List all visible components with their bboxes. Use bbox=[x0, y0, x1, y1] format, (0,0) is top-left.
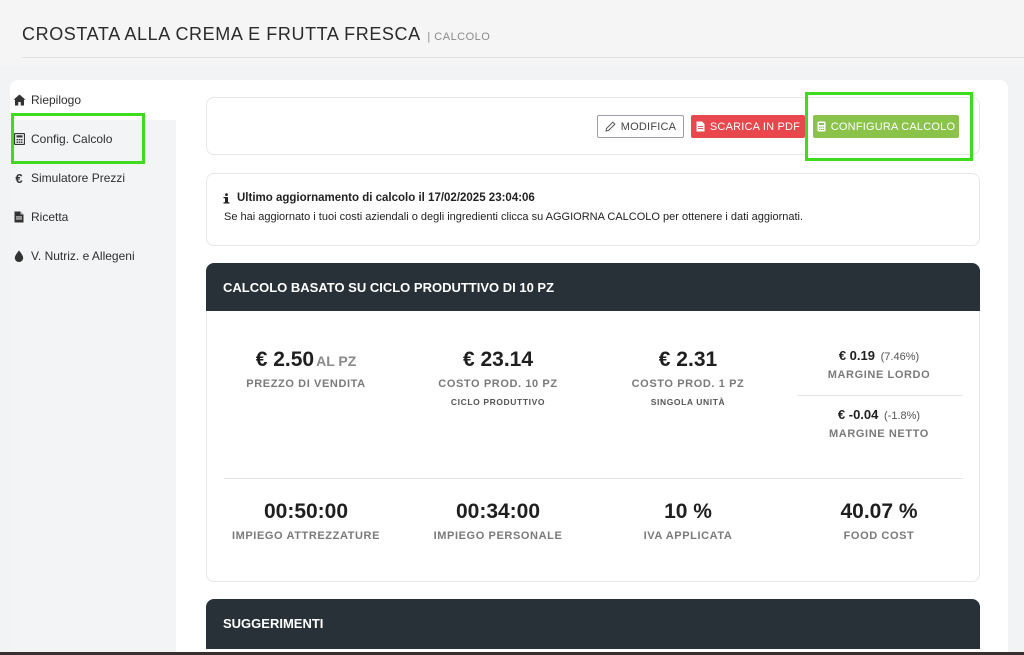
info-icon bbox=[222, 192, 231, 204]
update-info-panel bbox=[206, 173, 980, 246]
calc-section-header: CALCOLO BASATO SU CICLO PRODUTTIVO DI 10… bbox=[206, 263, 980, 311]
net-margin-amount: € -0.04 bbox=[837, 407, 879, 422]
page-subtitle: | CALCOLO bbox=[427, 31, 491, 43]
selling-price-label: PREZZO DI VENDITA bbox=[246, 378, 366, 390]
gross-margin-percent: (7.46%) bbox=[880, 351, 920, 363]
header-divider bbox=[22, 57, 1024, 58]
modify-button-label: MODIFICA bbox=[620, 120, 677, 133]
modify-button[interactable]: MODIFICA bbox=[597, 115, 684, 138]
selling-price-amount: € 2.50 bbox=[255, 348, 315, 371]
sidebar-item-simulatore-prezzi[interactable]: € Simulatore Prezzi bbox=[12, 168, 125, 188]
food-cost-label: FOOD COST bbox=[843, 530, 915, 542]
production-cost-cycle-value: € 23.14 bbox=[462, 348, 534, 371]
sidebar bbox=[10, 80, 176, 655]
equipment-time-value: 00:50:00 bbox=[263, 500, 349, 523]
sidebar-item-label: Ricetta bbox=[31, 210, 69, 224]
pdf-file-icon bbox=[696, 121, 705, 132]
gross-margin-label: MARGINE LORDO bbox=[827, 369, 931, 381]
production-cost-cycle-stat: € 23.14 COSTO PROD. 10 PZ CICLO PRODUTTI… bbox=[400, 348, 596, 407]
production-cost-unit-value: € 2.31 bbox=[658, 348, 718, 371]
highlight-box-sidebar bbox=[11, 113, 145, 164]
selling-price-value: € 2.50 AL PZ bbox=[208, 348, 404, 372]
staff-time-value: 00:34:00 bbox=[455, 500, 541, 523]
margin-divider bbox=[797, 395, 963, 396]
suggestions-section-header: SUGGERIMENTI bbox=[206, 599, 980, 649]
net-margin-value: € -0.04 (-1.8%) bbox=[784, 407, 974, 422]
euro-icon: € bbox=[15, 170, 23, 186]
production-cost-unit-sublabel: SINGOLA UNITÀ bbox=[650, 397, 726, 407]
gross-margin-stat: € 0.19 (7.46%) MARGINE LORDO bbox=[784, 348, 974, 381]
update-title: Ultimo aggiornamento di calcolo il 17/02… bbox=[222, 192, 535, 204]
selling-price-stat: € 2.50 AL PZ PREZZO DI VENDITA bbox=[208, 348, 404, 390]
production-cost-unit-label: COSTO PROD. 1 PZ bbox=[631, 378, 745, 390]
stats-divider bbox=[224, 478, 963, 479]
drop-icon bbox=[12, 249, 26, 263]
net-margin-label: MARGINE NETTO bbox=[829, 428, 929, 440]
download-pdf-button[interactable]: SCARICA IN PDF bbox=[691, 115, 805, 138]
selling-price-unit: AL PZ bbox=[316, 353, 357, 369]
highlight-box-configure bbox=[805, 92, 973, 161]
update-text: Se hai aggiornato i tuoi costi aziendali… bbox=[224, 211, 804, 223]
staff-time-label: IMPIEGO PERSONALE bbox=[433, 530, 563, 542]
sidebar-item-label: V. Nutriz. e Allegeni bbox=[31, 249, 135, 263]
vat-stat: 10 % IVA APPLICATA bbox=[590, 500, 786, 542]
food-cost-value: 40.07 % bbox=[840, 500, 918, 523]
download-pdf-label: SCARICA IN PDF bbox=[709, 120, 801, 133]
equipment-time-stat: 00:50:00 IMPIEGO ATTREZZATURE bbox=[208, 500, 404, 542]
gross-margin-value: € 0.19 (7.46%) bbox=[784, 348, 974, 363]
production-cost-cycle-sublabel: CICLO PRODUTTIVO bbox=[450, 397, 546, 407]
vat-label: IVA APPLICATA bbox=[643, 530, 733, 542]
sidebar-background bbox=[10, 120, 176, 655]
recipe-title: CROSTATA ALLA CREMA E FRUTTA FRESCA bbox=[22, 24, 420, 44]
vat-value: 10 % bbox=[664, 500, 712, 523]
page-header: CROSTATA ALLA CREMA E FRUTTA FRESCA | CA… bbox=[0, 0, 1024, 66]
page-title: CROSTATA ALLA CREMA E FRUTTA FRESCA | CA… bbox=[22, 24, 490, 45]
sidebar-item-valori-nutrizionali[interactable]: V. Nutriz. e Allegeni bbox=[12, 246, 135, 266]
calc-section-title: CALCOLO BASATO SU CICLO PRODUTTIVO DI 10… bbox=[223, 280, 555, 295]
staff-time-stat: 00:34:00 IMPIEGO PERSONALE bbox=[400, 500, 596, 542]
home-icon bbox=[12, 93, 26, 107]
production-cost-unit-stat: € 2.31 COSTO PROD. 1 PZ SINGOLA UNITÀ bbox=[590, 348, 786, 407]
update-title-text: Ultimo aggiornamento di calcolo il 17/02… bbox=[237, 192, 535, 204]
food-cost-stat: 40.07 % FOOD COST bbox=[784, 500, 974, 542]
sidebar-item-label: Riepilogo bbox=[31, 93, 82, 107]
suggestions-title: SUGGERIMENTI bbox=[223, 616, 324, 631]
equipment-time-label: IMPIEGO ATTREZZATURE bbox=[231, 530, 381, 542]
net-margin-stat: € -0.04 (-1.8%) MARGINE NETTO bbox=[784, 407, 974, 440]
net-margin-percent: (-1.8%) bbox=[884, 410, 921, 422]
pencil-icon bbox=[605, 121, 616, 132]
sidebar-item-ricetta[interactable]: Ricetta bbox=[12, 207, 68, 227]
sidebar-item-label: Simulatore Prezzi bbox=[31, 171, 126, 185]
production-cost-cycle-label: COSTO PROD. 10 PZ bbox=[438, 378, 558, 390]
gross-margin-amount: € 0.19 bbox=[838, 348, 875, 363]
document-icon bbox=[12, 210, 26, 224]
sidebar-item-riepilogo[interactable]: Riepilogo bbox=[12, 90, 81, 110]
